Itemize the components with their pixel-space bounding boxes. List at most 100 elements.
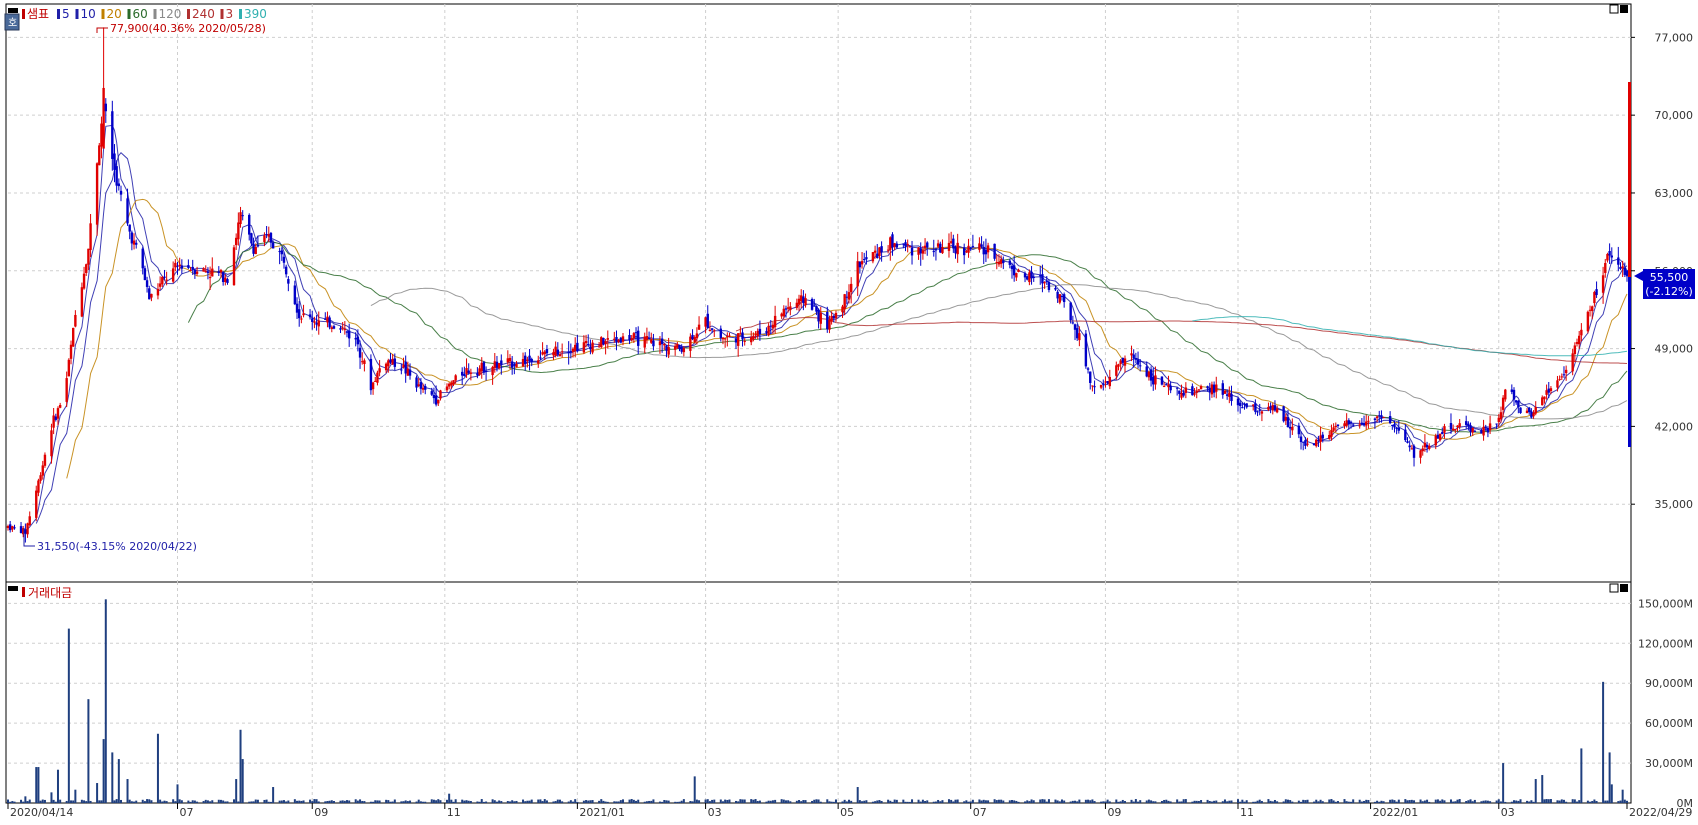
panel-minimize-button[interactable]	[1609, 4, 1619, 14]
candle-body	[256, 245, 260, 247]
volume-bar	[252, 801, 255, 803]
candle-body	[1060, 296, 1064, 298]
chart-canvas[interactable]: 35,00042,00049,00056,00063,00070,00077,0…	[0, 0, 1698, 822]
volume-bar	[467, 800, 470, 803]
volume-bar	[309, 799, 312, 803]
volume-bar	[804, 800, 807, 803]
volume-bar	[67, 628, 70, 803]
volume-bar	[293, 799, 296, 803]
volume-bar	[126, 779, 129, 803]
candle-body	[1345, 420, 1348, 426]
candle-body	[1532, 412, 1535, 417]
volume-bar	[658, 801, 661, 803]
volume-bar	[1169, 801, 1172, 803]
volume-bar	[1378, 801, 1381, 803]
candle-body	[484, 371, 488, 373]
volume-bar	[37, 767, 40, 803]
stock-chart[interactable]: 35,00042,00049,00056,00063,00070,00077,0…	[0, 0, 1698, 822]
volume-bar	[217, 799, 220, 803]
volume-minimize-button[interactable]	[1609, 583, 1619, 593]
side-button-label[interactable]: 호	[8, 17, 17, 29]
candle-body	[767, 325, 770, 336]
candle-body	[567, 351, 570, 354]
volume-bar	[556, 799, 559, 803]
volume-bar	[841, 801, 844, 803]
volume-bar	[630, 799, 633, 803]
legend-item-label[interactable]: 240	[192, 7, 215, 21]
legend-item-label[interactable]: 390	[244, 7, 267, 21]
volume-bar	[826, 799, 829, 803]
volume-bar	[332, 801, 335, 803]
candle-body	[1256, 411, 1259, 413]
candle-body	[219, 270, 223, 273]
candle-body	[591, 342, 594, 353]
candle-body	[904, 242, 907, 247]
candle-body	[111, 111, 114, 159]
panel-close-button[interactable]	[1620, 5, 1628, 13]
volume-axis-tick-label: 60,000M	[1645, 717, 1693, 730]
candle-body	[369, 358, 373, 391]
volume-bar	[1106, 799, 1109, 803]
candle-body	[115, 166, 118, 186]
range-bar-down	[1628, 277, 1631, 447]
legend[interactable]: 샘표 5 10 20 60 120 240 3 390	[8, 7, 267, 21]
candle-body	[800, 295, 803, 302]
volume-bar	[9, 801, 12, 803]
legend-item-label[interactable]: 60	[133, 7, 148, 21]
volume-legend-handle[interactable]	[8, 586, 18, 591]
candle-body	[206, 271, 210, 273]
candle-body	[1008, 260, 1012, 265]
legend-swatch	[75, 9, 79, 19]
volume-bar	[682, 799, 685, 803]
candle-body	[582, 342, 586, 353]
volume-bar	[1121, 799, 1124, 803]
candle-body	[1267, 406, 1270, 410]
volume-bar	[13, 801, 16, 803]
price-legend-handle[interactable]	[8, 8, 18, 13]
volume-bar	[1526, 800, 1529, 803]
volume-bar	[128, 799, 131, 803]
legend-swatch	[22, 9, 25, 19]
candle-body	[919, 248, 922, 254]
volume-bar	[919, 801, 922, 803]
volume-bar	[341, 800, 344, 803]
volume-legend-label[interactable]: 거래대금	[28, 586, 72, 600]
volume-bar	[1226, 801, 1229, 803]
legend-item-label[interactable]: 10	[81, 7, 96, 21]
legend-item-label[interactable]: 5	[62, 7, 70, 21]
candle-body	[298, 309, 301, 319]
candle-body	[1026, 276, 1029, 280]
legend-item-label[interactable]: 샘표	[27, 7, 49, 21]
candle-body	[652, 340, 655, 347]
legend-item-label[interactable]: 20	[107, 7, 122, 21]
candle-body	[513, 364, 516, 366]
low-annotation: 31,550(-43.15% 2020/04/22)	[37, 540, 197, 553]
volume-bar	[1078, 799, 1081, 803]
candle-body	[910, 247, 914, 256]
candle-body	[978, 243, 981, 250]
volume-bar	[572, 801, 575, 803]
volume-bar	[1565, 801, 1568, 803]
candle-body	[1245, 403, 1248, 408]
volume-bar	[635, 800, 638, 803]
volume-close-button[interactable]	[1620, 584, 1628, 592]
volume-bar	[1028, 801, 1031, 803]
volume-bar	[767, 800, 770, 803]
volume-bar	[832, 801, 835, 803]
legend-item-label[interactable]: 120	[159, 7, 182, 21]
volume-bar	[678, 801, 681, 803]
candle-body	[1175, 387, 1179, 389]
candle-body	[293, 285, 297, 305]
volume-bar	[1076, 801, 1079, 803]
volume-bar	[863, 800, 866, 803]
legend-item-label[interactable]: 3	[226, 7, 234, 21]
volume-bar	[1102, 801, 1105, 803]
volume-bar	[1441, 799, 1444, 803]
volume-bar	[982, 799, 985, 803]
volume-bar	[1108, 801, 1111, 803]
candle-body	[628, 334, 631, 340]
volume-bar	[174, 801, 177, 803]
date-axis-tick-label: 05	[840, 806, 854, 819]
volume-bar	[1528, 801, 1531, 803]
volume-bar	[739, 799, 742, 803]
